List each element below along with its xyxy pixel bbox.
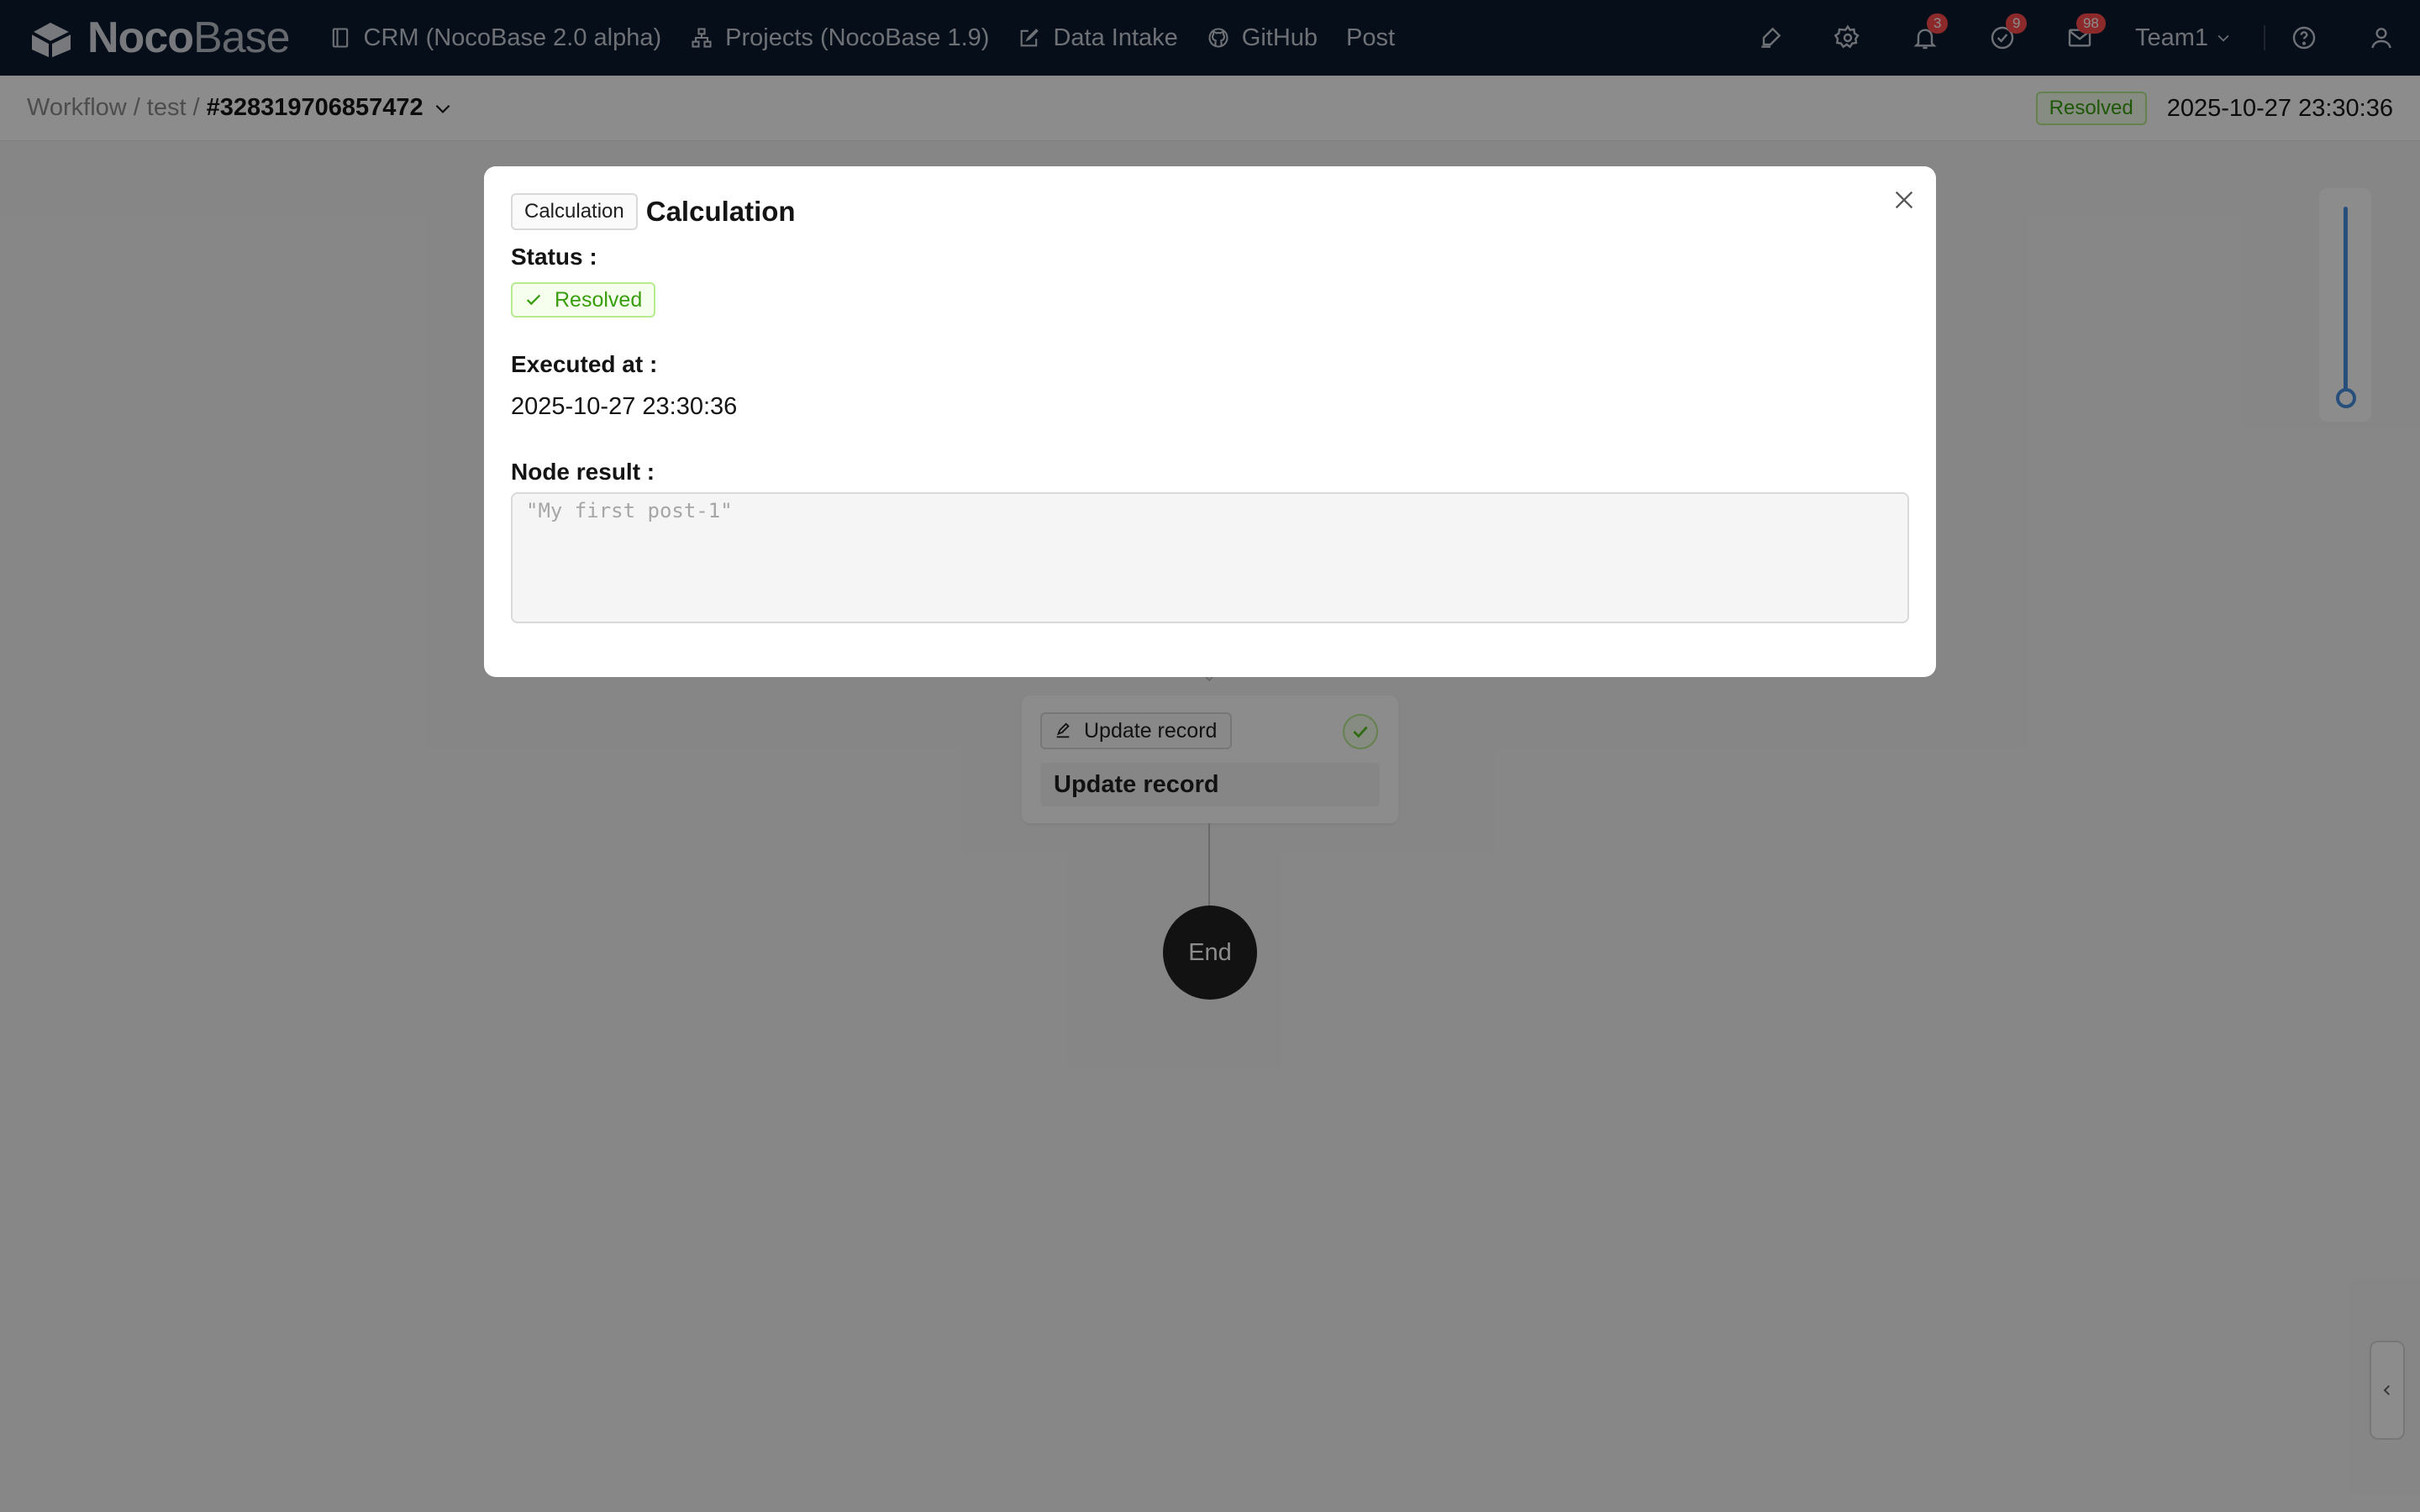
modal-header: Calculation Calculation xyxy=(511,193,796,230)
close-icon xyxy=(1895,191,1913,209)
node-type-tag: Calculation xyxy=(511,193,638,230)
executed-at-value: 2025-10-27 23:30:36 xyxy=(511,393,738,420)
node-result-field[interactable]: "My first post-1" xyxy=(511,492,1909,623)
executed-at-label: Executed at : xyxy=(511,351,658,377)
status-badge: Resolved xyxy=(511,282,656,318)
status-value: Resolved xyxy=(555,287,643,312)
close-button[interactable] xyxy=(1886,181,1923,218)
status-label: Status : xyxy=(511,244,597,270)
node-result-label: Node result : xyxy=(511,459,655,485)
check-icon xyxy=(526,294,541,306)
node-result-modal: Calculation Calculation Status : Resolve… xyxy=(484,166,1936,677)
modal-title: Calculation xyxy=(645,196,796,227)
